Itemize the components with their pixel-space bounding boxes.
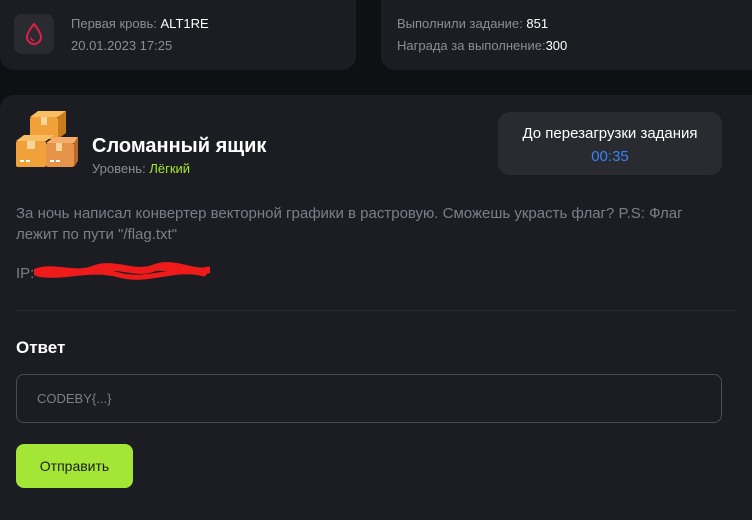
- timer-label: До перезагрузки задания: [522, 125, 698, 142]
- task-card: Сломанный ящик Уровень: Лёгкий До переза…: [0, 95, 752, 520]
- section-divider: [16, 310, 736, 311]
- reward-value: 300: [545, 38, 568, 53]
- first-blood-line: Первая кровь: ALT1RE: [71, 16, 209, 31]
- first-blood-card: Первая кровь: ALT1RE 20.01.2023 17:25: [0, 0, 356, 70]
- blood-drop-icon: [14, 14, 54, 54]
- ip-label: IP:: [16, 265, 35, 282]
- task-description: За ночь написал конвертер векторной граф…: [16, 205, 683, 243]
- first-blood-date: 20.01.2023 17:25: [71, 38, 173, 53]
- timer-value: 00:35: [591, 148, 629, 165]
- task-level: Уровень: Лёгкий: [92, 161, 190, 176]
- solved-value: 851: [526, 16, 549, 31]
- solved-label: Выполнили задание:: [397, 16, 523, 31]
- level-label: Уровень:: [92, 161, 146, 176]
- first-blood-user: ALT1RE: [160, 16, 209, 31]
- task-title: Сломанный ящик: [92, 135, 267, 157]
- task-stats-card: Выполнили задание: 851 Награда за выполн…: [381, 0, 752, 70]
- redacted-ip: [32, 261, 212, 283]
- reward-label: Награда за выполнение:: [397, 38, 546, 53]
- solved-count-line: Выполнили задание: 851: [397, 16, 548, 31]
- level-value: Лёгкий: [149, 161, 191, 176]
- reset-timer: До перезагрузки задания 00:35: [498, 112, 722, 175]
- reward-line: Награда за выполнение:300: [397, 38, 567, 53]
- first-blood-label: Первая кровь:: [71, 16, 157, 31]
- submit-button[interactable]: Отправить: [16, 444, 133, 488]
- answer-heading: Ответ: [16, 338, 66, 357]
- boxes-icon: [14, 111, 78, 171]
- flag-answer-input[interactable]: [16, 374, 722, 423]
